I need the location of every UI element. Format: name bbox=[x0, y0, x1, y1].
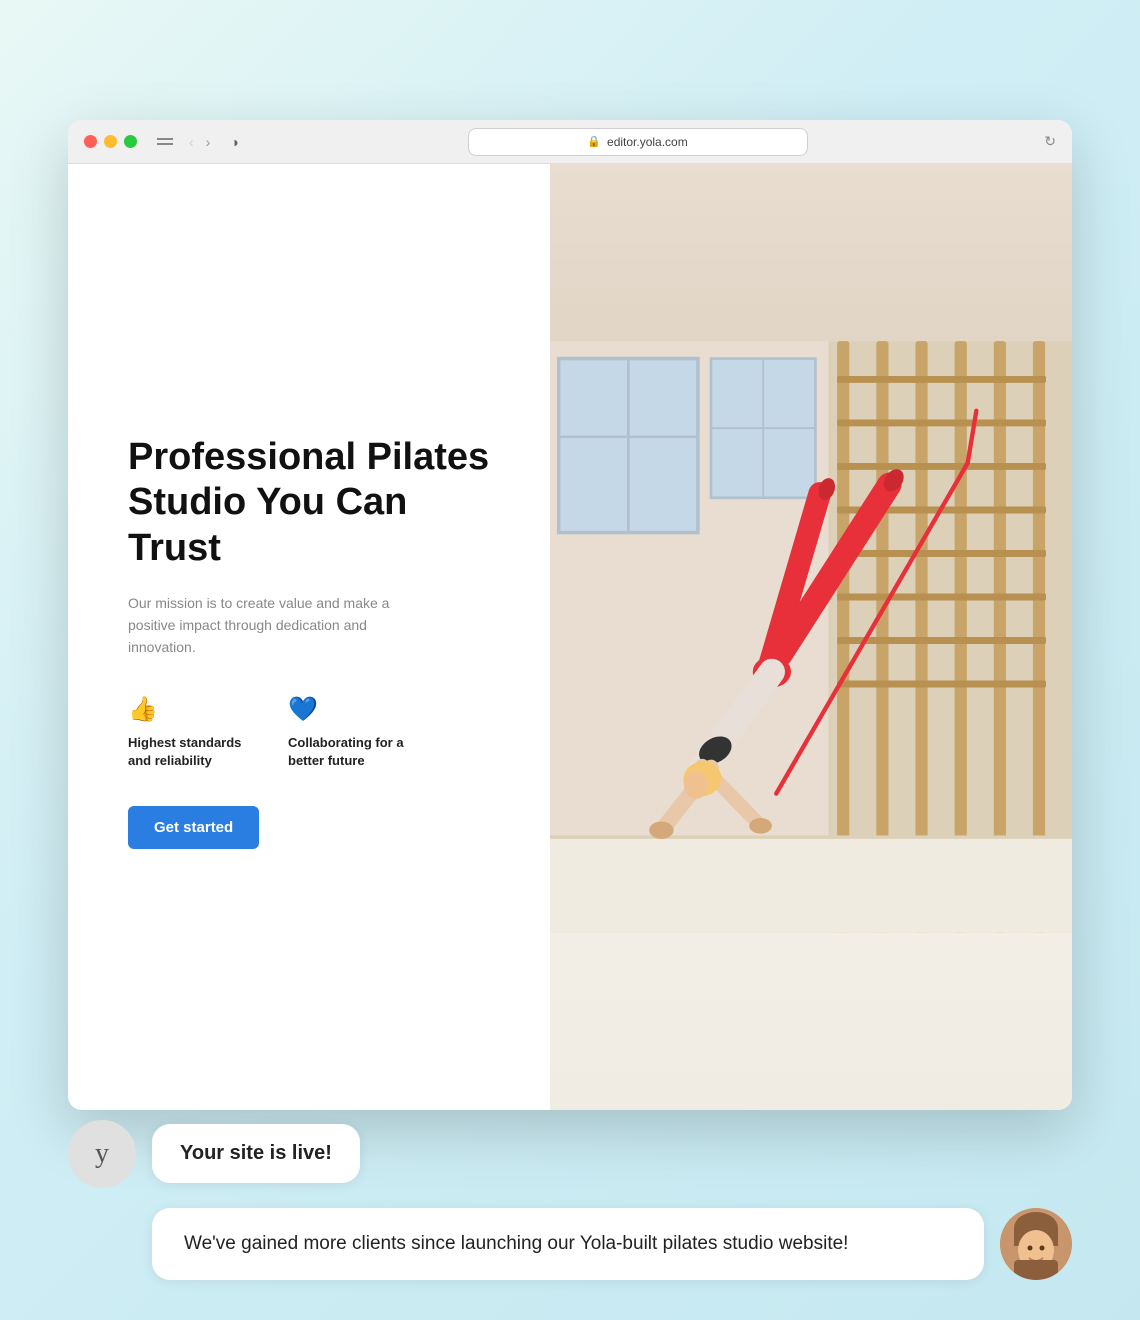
chat-bubble-1-text: Your site is live! bbox=[180, 1142, 332, 1164]
refresh-icon[interactable]: ↻ bbox=[1044, 133, 1056, 150]
browser-window: ‹ › ◑ 🔒 editor.yola.com ↻ Professional P… bbox=[68, 120, 1072, 1110]
left-panel: Professional Pilates Studio You Can Trus… bbox=[68, 164, 550, 1110]
back-arrow-icon[interactable]: ‹ bbox=[185, 132, 198, 152]
chat-section: y Your site is live! We've gained more c… bbox=[68, 1120, 1072, 1281]
chat-bubble-1: Your site is live! bbox=[152, 1124, 360, 1183]
hero-subtitle: Our mission is to create value and make … bbox=[128, 592, 408, 659]
heart-icon: 💙 bbox=[288, 695, 408, 724]
maximize-button[interactable] bbox=[124, 135, 137, 148]
pilates-image bbox=[550, 164, 1072, 1110]
yola-letter: y bbox=[95, 1138, 109, 1170]
user-avatar-svg bbox=[1000, 1208, 1072, 1280]
feature-label-1: Highest standards and reliability bbox=[128, 734, 248, 770]
feature-item-2: 💙 Collaborating for a better future bbox=[288, 695, 408, 770]
feature-item-1: 👍 Highest standards and reliability bbox=[128, 695, 248, 770]
close-button[interactable] bbox=[84, 135, 97, 148]
forward-arrow-icon[interactable]: › bbox=[202, 132, 215, 152]
nav-arrows: ‹ › bbox=[185, 132, 214, 152]
website-content: Professional Pilates Studio You Can Trus… bbox=[68, 164, 1072, 1110]
chat-bubble-2: We've gained more clients since launchin… bbox=[152, 1208, 984, 1281]
get-started-button[interactable]: Get started bbox=[128, 806, 259, 849]
privacy-icon: ◑ bbox=[230, 134, 238, 150]
user-avatar bbox=[1000, 1208, 1072, 1280]
yola-avatar: y bbox=[68, 1120, 136, 1188]
lock-icon: 🔒 bbox=[587, 135, 601, 148]
chat-row-left: y Your site is live! bbox=[68, 1120, 1072, 1188]
chat-row-right: We've gained more clients since launchin… bbox=[152, 1208, 1072, 1281]
address-text: editor.yola.com bbox=[607, 135, 688, 149]
browser-chrome: ‹ › ◑ 🔒 editor.yola.com ↻ bbox=[68, 120, 1072, 164]
address-bar[interactable]: 🔒 editor.yola.com bbox=[468, 128, 808, 156]
sidebar-toggle-icon[interactable] bbox=[157, 138, 173, 145]
hero-title: Professional Pilates Studio You Can Trus… bbox=[128, 435, 500, 572]
feature-label-2: Collaborating for a better future bbox=[288, 734, 408, 770]
thumbs-up-icon: 👍 bbox=[128, 695, 248, 724]
minimize-button[interactable] bbox=[104, 135, 117, 148]
chat-bubble-2-text: We've gained more clients since launchin… bbox=[184, 1233, 848, 1254]
pilates-svg bbox=[550, 164, 1072, 1110]
traffic-lights bbox=[84, 135, 137, 148]
right-panel bbox=[550, 164, 1072, 1110]
features-row: 👍 Highest standards and reliability 💙 Co… bbox=[128, 695, 500, 770]
